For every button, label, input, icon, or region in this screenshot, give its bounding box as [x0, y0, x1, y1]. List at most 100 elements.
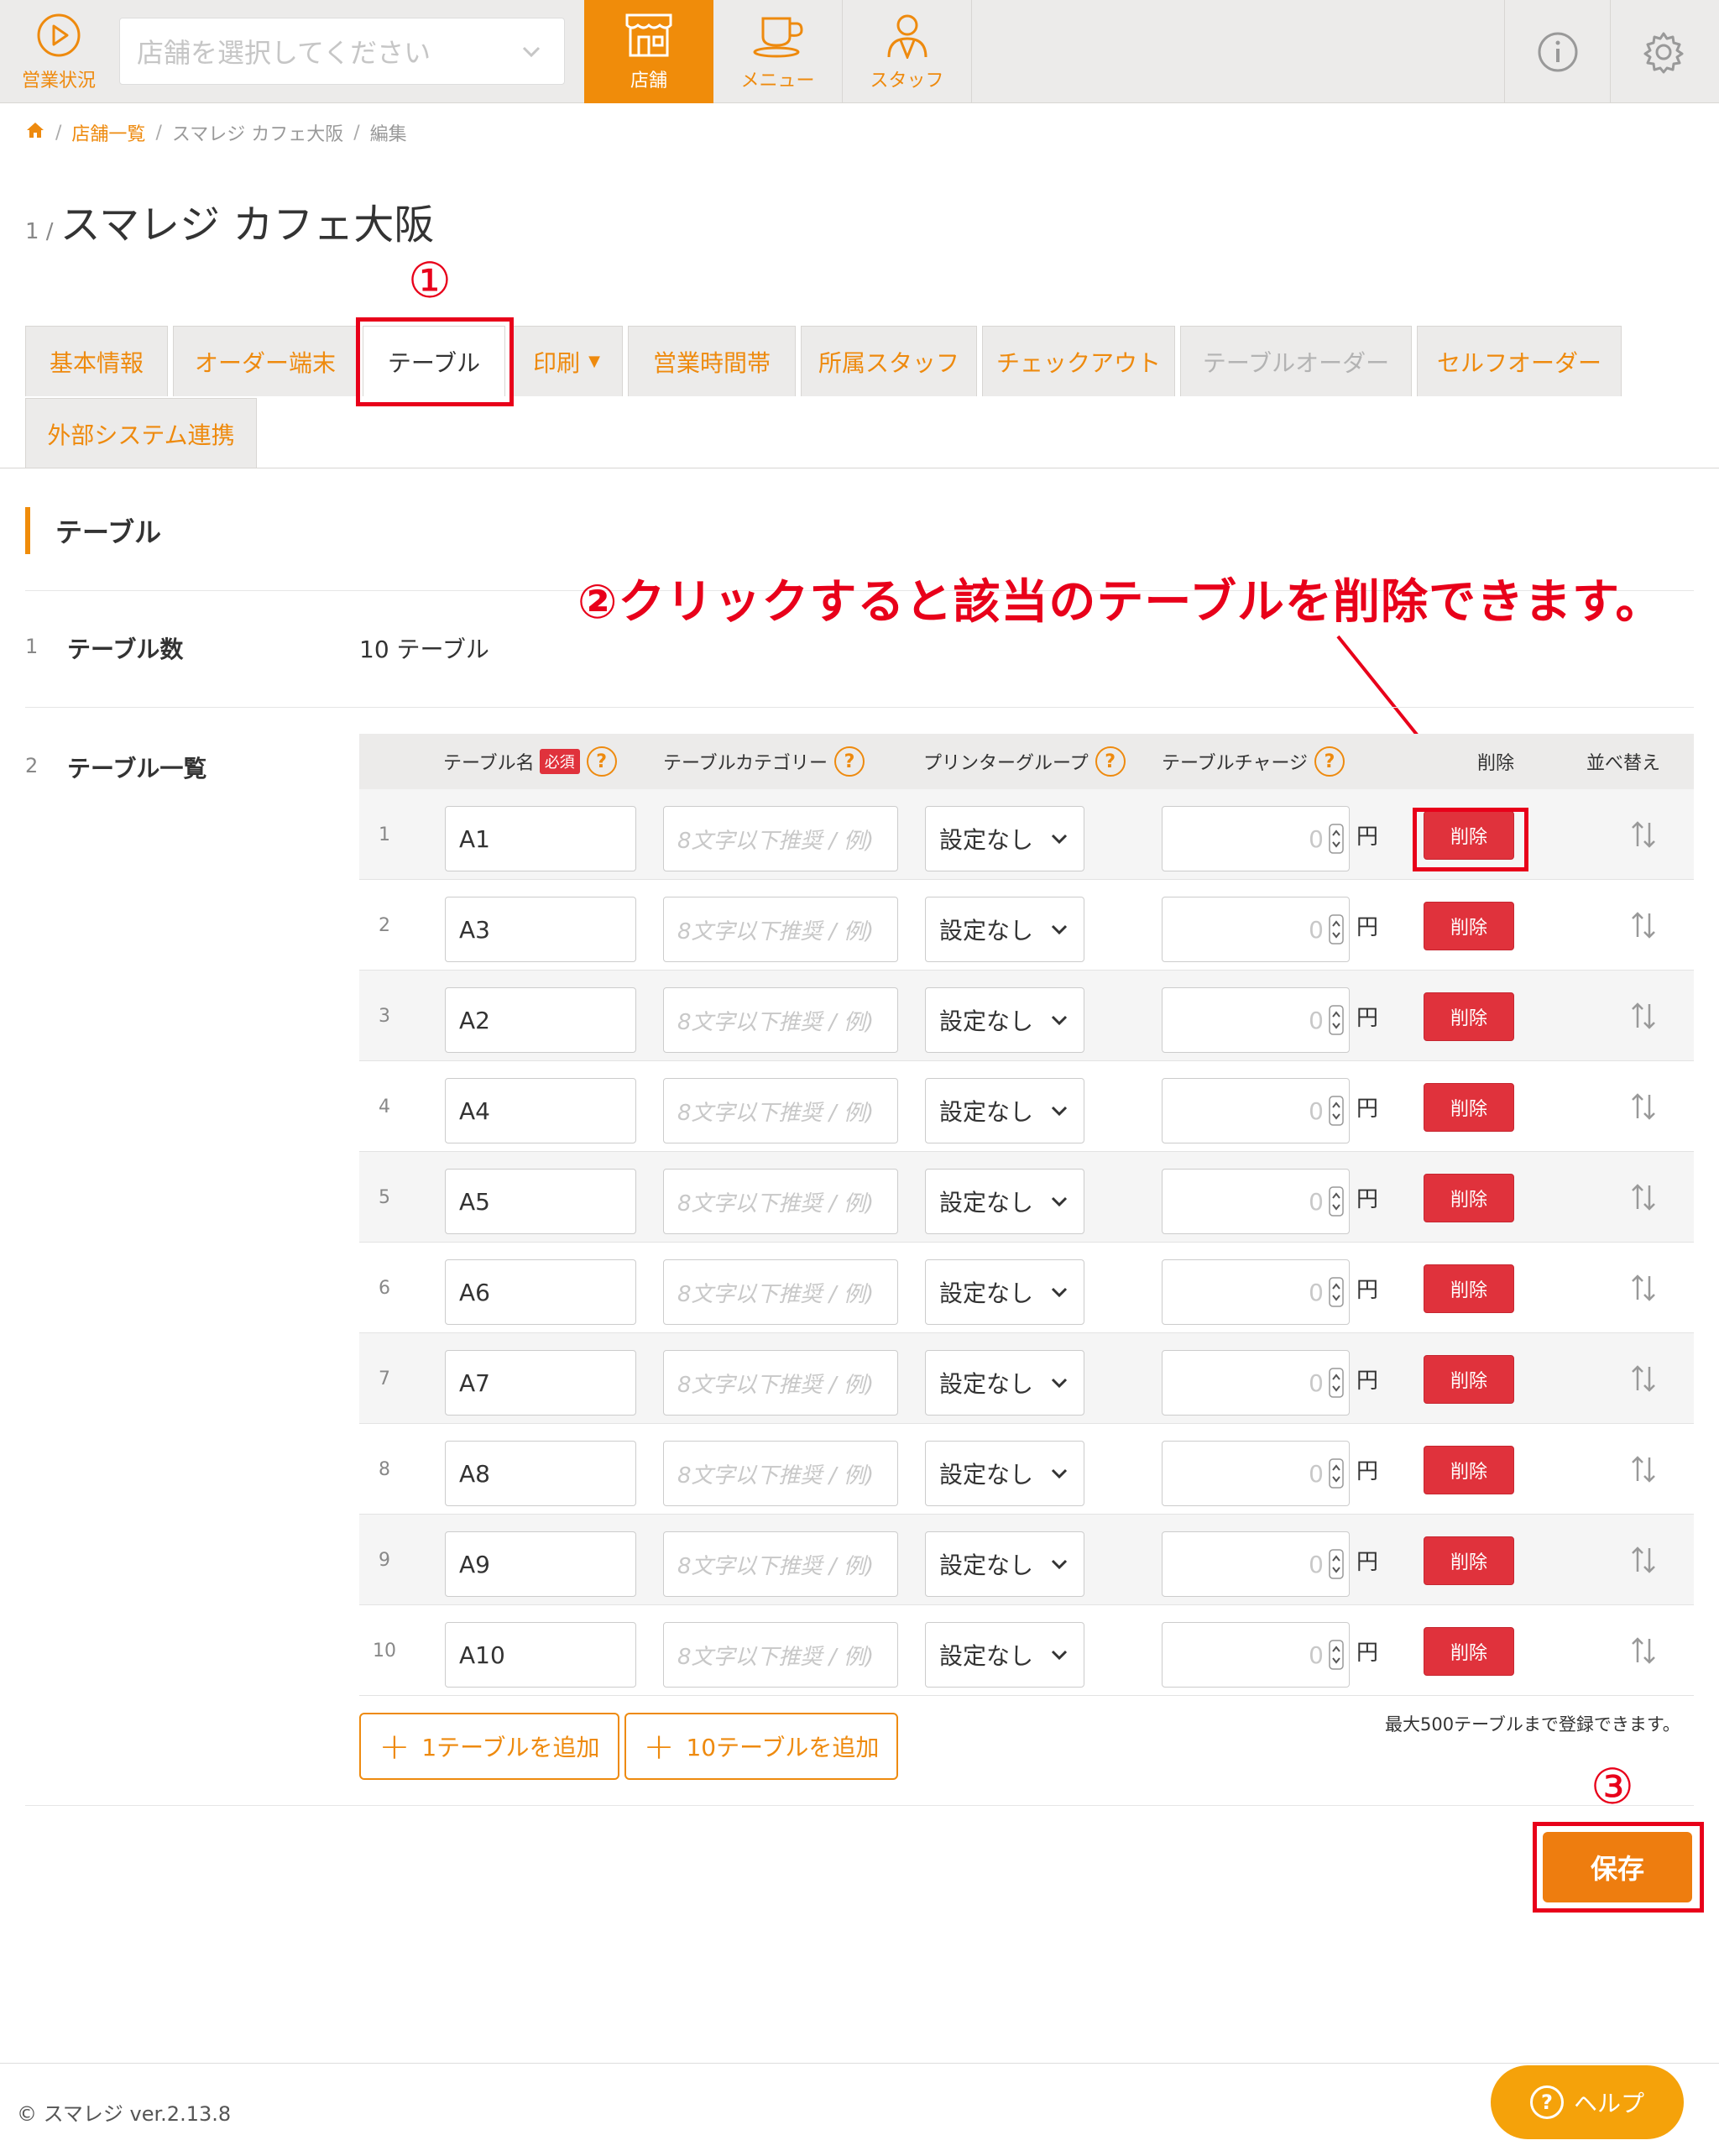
printer-group-select[interactable]: 設定なし	[925, 1531, 1084, 1597]
delete-row-button[interactable]: 削除	[1424, 1446, 1514, 1494]
sort-arrows-icon[interactable]	[1627, 1271, 1660, 1305]
table-charge-input[interactable]: 0	[1162, 806, 1350, 871]
table-name-input[interactable]: A4	[445, 1078, 636, 1143]
tab-basic-info[interactable]: 基本情報	[25, 326, 168, 396]
help-button[interactable]: ? ヘルプ	[1491, 2065, 1684, 2139]
delete-row-button[interactable]: 削除	[1424, 1536, 1514, 1585]
help-question-icon[interactable]: ?	[1095, 746, 1126, 777]
nav-tab-menu[interactable]: メニュー	[713, 0, 843, 103]
delete-row-button[interactable]: 削除	[1424, 1174, 1514, 1222]
printer-group-value: 設定なし	[939, 1552, 1034, 1579]
tab-order-terminal[interactable]: オーダー端末	[173, 326, 358, 396]
table-name-input[interactable]: A3	[445, 897, 636, 962]
sort-arrows-icon[interactable]	[1627, 908, 1660, 942]
spinner-arrows-icon[interactable]	[1329, 1368, 1344, 1398]
spinner-arrows-icon[interactable]	[1329, 1549, 1344, 1579]
table-category-input[interactable]: 8文字以下推奨 / 例)	[663, 1169, 898, 1234]
help-question-icon[interactable]: ?	[834, 746, 865, 777]
spinner-arrows-icon[interactable]	[1329, 824, 1344, 854]
nav-tab-store[interactable]: 店舗	[584, 0, 713, 103]
delete-row-button[interactable]: 削除	[1424, 1083, 1514, 1132]
printer-group-select[interactable]: 設定なし	[925, 987, 1084, 1053]
spinner-arrows-icon[interactable]	[1329, 1458, 1344, 1489]
spinner-arrows-icon[interactable]	[1329, 914, 1344, 945]
tab-checkout[interactable]: チェックアウト	[982, 326, 1175, 396]
table-name-input[interactable]: A2	[445, 987, 636, 1053]
breadcrumb-store-list[interactable]: 店舗一覧	[71, 119, 145, 146]
info-button[interactable]	[1504, 0, 1610, 103]
table-name-value: A5	[459, 1187, 490, 1216]
table-category-input[interactable]: 8文字以下推奨 / 例)	[663, 897, 898, 962]
table-name-input[interactable]: A5	[445, 1169, 636, 1234]
table-charge-input[interactable]: 0	[1162, 1350, 1350, 1416]
sort-arrows-icon[interactable]	[1627, 999, 1660, 1033]
table-name-input[interactable]: A7	[445, 1350, 636, 1416]
store-select[interactable]: 店舗を選択してください	[119, 18, 565, 85]
printer-group-select[interactable]: 設定なし	[925, 1078, 1084, 1143]
business-status-button[interactable]: 営業状況	[0, 0, 118, 103]
add-one-table-button[interactable]: + 1テーブルを追加	[359, 1713, 619, 1780]
help-question-icon[interactable]: ?	[586, 746, 617, 777]
tab-print[interactable]: 印刷 ▼	[510, 326, 623, 396]
nav-tab-staff[interactable]: スタッフ	[843, 0, 972, 103]
spinner-arrows-icon[interactable]	[1329, 1277, 1344, 1307]
table-category-input[interactable]: 8文字以下推奨 / 例)	[663, 1622, 898, 1688]
nav-tab-menu-label: メニュー	[740, 70, 815, 92]
add-ten-tables-button[interactable]: + 10テーブルを追加	[624, 1713, 898, 1780]
printer-group-select[interactable]: 設定なし	[925, 1259, 1084, 1325]
spinner-arrows-icon[interactable]	[1329, 1096, 1344, 1126]
printer-group-select[interactable]: 設定なし	[925, 897, 1084, 962]
table-name-input[interactable]: A10	[445, 1622, 636, 1688]
help-question-icon[interactable]: ?	[1314, 746, 1345, 777]
sort-arrows-icon[interactable]	[1627, 1090, 1660, 1123]
table-name-input[interactable]: A6	[445, 1259, 636, 1325]
delete-row-button[interactable]: 削除	[1424, 992, 1514, 1041]
tab-table-order[interactable]: テーブルオーダー	[1180, 326, 1412, 396]
sort-arrows-icon[interactable]	[1627, 1634, 1660, 1667]
table-charge-input[interactable]: 0	[1162, 1441, 1350, 1506]
table-category-input[interactable]: 8文字以下推奨 / 例)	[663, 1259, 898, 1325]
tab-self-order[interactable]: セルフオーダー	[1417, 326, 1622, 396]
sort-arrows-icon[interactable]	[1627, 1180, 1660, 1214]
spinner-arrows-icon[interactable]	[1329, 1640, 1344, 1670]
table-name-input[interactable]: A9	[445, 1531, 636, 1597]
delete-row-button[interactable]: 削除	[1424, 1355, 1514, 1404]
tab-external-systems[interactable]: 外部システム連携	[25, 398, 257, 468]
sort-arrows-icon[interactable]	[1627, 818, 1660, 851]
save-button[interactable]: 保存	[1543, 1832, 1692, 1902]
spinner-arrows-icon[interactable]	[1329, 1005, 1344, 1035]
delete-row-button[interactable]: 削除	[1424, 1627, 1514, 1676]
table-charge-input[interactable]: 0	[1162, 1169, 1350, 1234]
chevron-down-icon	[1051, 1378, 1068, 1389]
table-name-input[interactable]: A8	[445, 1441, 636, 1506]
help-label: ヘルプ	[1573, 2090, 1644, 2117]
table-charge-input[interactable]: 0	[1162, 987, 1350, 1053]
settings-button[interactable]	[1610, 0, 1716, 103]
sort-arrows-icon[interactable]	[1627, 1452, 1660, 1486]
table-name-input[interactable]: A1	[445, 806, 636, 871]
sort-arrows-icon[interactable]	[1627, 1362, 1660, 1395]
table-category-input[interactable]: 8文字以下推奨 / 例)	[663, 1078, 898, 1143]
printer-group-select[interactable]: 設定なし	[925, 806, 1084, 871]
table-category-input[interactable]: 8文字以下推奨 / 例)	[663, 987, 898, 1053]
delete-row-button[interactable]: 削除	[1424, 1264, 1514, 1313]
printer-group-select[interactable]: 設定なし	[925, 1350, 1084, 1416]
table-category-input[interactable]: 8文字以下推奨 / 例)	[663, 1350, 898, 1416]
table-charge-input[interactable]: 0	[1162, 1259, 1350, 1325]
tab-staff[interactable]: 所属スタッフ	[801, 326, 977, 396]
delete-row-button[interactable]: 削除	[1424, 902, 1514, 950]
printer-group-select[interactable]: 設定なし	[925, 1441, 1084, 1506]
sort-arrows-icon[interactable]	[1627, 1543, 1660, 1577]
spinner-arrows-icon[interactable]	[1329, 1186, 1344, 1217]
table-category-input[interactable]: 8文字以下推奨 / 例)	[663, 806, 898, 871]
printer-group-select[interactable]: 設定なし	[925, 1169, 1084, 1234]
table-charge-input[interactable]: 0	[1162, 1531, 1350, 1597]
table-category-input[interactable]: 8文字以下推奨 / 例)	[663, 1441, 898, 1506]
breadcrumb-home[interactable]	[25, 120, 45, 145]
tab-business-hours[interactable]: 営業時間帯	[628, 326, 796, 396]
table-charge-input[interactable]: 0	[1162, 1078, 1350, 1143]
printer-group-select[interactable]: 設定なし	[925, 1622, 1084, 1688]
table-charge-input[interactable]: 0	[1162, 1622, 1350, 1688]
table-category-input[interactable]: 8文字以下推奨 / 例)	[663, 1531, 898, 1597]
table-charge-input[interactable]: 0	[1162, 897, 1350, 962]
